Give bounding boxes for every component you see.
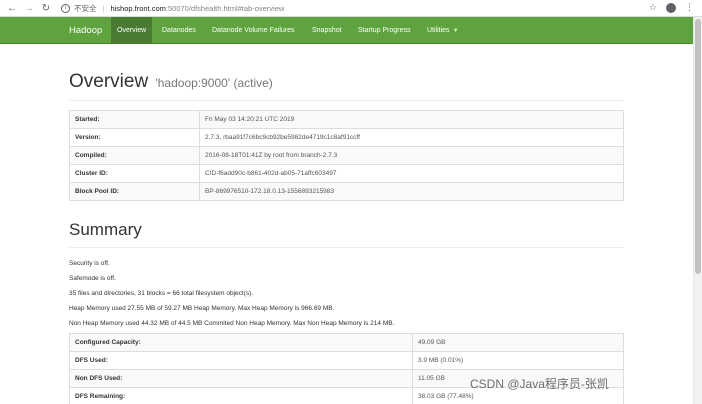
table-row: Block Pool ID: BP-869976510-172.18.0.13-1… xyxy=(69,182,624,201)
row-value: CID-f6add90c-b861-402d-ab05-71affc603497 xyxy=(199,164,624,183)
not-secure-label: 不安全 xyxy=(74,3,97,13)
overview-subtitle: 'hadoop:9000' (active) xyxy=(155,76,273,90)
summary-title: Summary xyxy=(69,220,142,239)
overview-title: Overview xyxy=(69,71,149,92)
row-key: Non DFS Used: xyxy=(69,369,413,388)
reload-icon[interactable]: ↻ xyxy=(39,1,53,15)
overview-divider xyxy=(69,100,624,101)
csdn-watermark: CSDN @Java程序员-张凯 xyxy=(470,377,609,391)
table-row: Compiled: 2016-08-18T01:41Z by root from … xyxy=(69,146,624,165)
security-status: Security is off. xyxy=(69,260,110,267)
table-row: Configured Capacity: 49.09 GB xyxy=(69,333,624,352)
forward-arrow-icon[interactable]: → xyxy=(22,1,36,15)
url-path: :50070/dfshealth.html#tab-overview xyxy=(165,3,285,13)
tab-datanode-volume-failures[interactable]: Datanode Volume Failures xyxy=(206,17,301,44)
table-row: DFS Used: 3.9 MB (0.01%) xyxy=(69,351,624,370)
summary-divider xyxy=(69,247,624,248)
table-row: Version: 2.7.3, rbaa91f7c6bc9cb92be5982de… xyxy=(69,128,624,147)
row-key: Block Pool ID: xyxy=(69,182,200,201)
tab-utilities[interactable]: Utilities ▼ xyxy=(421,17,465,44)
vertical-scrollbar[interactable] xyxy=(693,17,702,404)
overview-heading: Overview 'hadoop:9000' (active) xyxy=(69,71,273,93)
safemode-status: Safemode is off. xyxy=(69,275,116,282)
top-navbar: Hadoop Overview Datanodes Datanode Volum… xyxy=(0,17,693,44)
row-key: Cluster ID: xyxy=(69,164,200,183)
browser-toolbar: ← → ↻ i 不安全 | hishop.front.com:50070/dfs… xyxy=(0,0,702,17)
menu-kebab-icon[interactable]: ⋮ xyxy=(685,2,694,13)
row-key: Version: xyxy=(69,128,200,147)
row-key: Configured Capacity: xyxy=(69,333,413,352)
row-value: Fri May 03 14:20:21 UTC 2019 xyxy=(199,110,624,129)
address-separator: | xyxy=(102,3,105,13)
tab-overview[interactable]: Overview xyxy=(111,17,153,44)
row-key: DFS Used: xyxy=(69,351,413,370)
row-value: 49.09 GB xyxy=(412,333,624,352)
tab-snapshot[interactable]: Snapshot xyxy=(306,17,348,44)
chevron-down-icon: ▼ xyxy=(452,28,459,34)
filesystem-objects: 35 files and directories, 31 blocks = 66… xyxy=(69,290,254,297)
row-key: Started: xyxy=(69,110,200,129)
utilities-label: Utilities xyxy=(427,27,450,34)
tab-datanodes[interactable]: Datanodes xyxy=(156,17,202,44)
brand-logo[interactable]: Hadoop xyxy=(69,17,102,44)
tab-startup-progress[interactable]: Startup Progress xyxy=(352,17,417,44)
capacity-table: Configured Capacity: 49.09 GB DFS Used: 3.… xyxy=(69,333,624,404)
row-value: BP-869976510-172.18.0.13-1556893215983 xyxy=(199,182,624,201)
row-key: DFS Remaining: xyxy=(69,387,413,404)
heap-memory: Heap Memory used 27.55 MB of 59.27 MB He… xyxy=(69,305,335,312)
star-icon[interactable]: ☆ xyxy=(649,2,657,13)
row-key: Compiled: xyxy=(69,146,200,165)
info-icon[interactable]: i xyxy=(61,3,70,13)
table-row: Cluster ID: CID-f6add90c-b861-402d-ab05-7… xyxy=(69,164,624,183)
row-value: 2.7.3, rbaa91f7c6bc9cb92be5982de4719c1c8… xyxy=(199,128,624,147)
back-arrow-icon[interactable]: ← xyxy=(5,1,19,15)
row-value: 3.9 MB (0.01%) xyxy=(412,351,624,370)
profile-avatar-icon[interactable] xyxy=(666,3,676,13)
url-host: hishop.front.com xyxy=(110,3,166,13)
scrollbar-thumb[interactable] xyxy=(695,19,701,274)
table-row: Started: Fri May 03 14:20:21 UTC 2019 xyxy=(69,110,624,129)
overview-table: Started: Fri May 03 14:20:21 UTC 2019 Ver… xyxy=(69,110,624,201)
row-value: 2016-08-18T01:41Z by root from branch-2.… xyxy=(199,146,624,165)
non-heap-memory: Non Heap Memory used 44.32 MB of 44.5 MB… xyxy=(69,320,395,327)
address-bar[interactable]: i 不安全 | hishop.front.com:50070/dfshealth… xyxy=(61,1,284,15)
